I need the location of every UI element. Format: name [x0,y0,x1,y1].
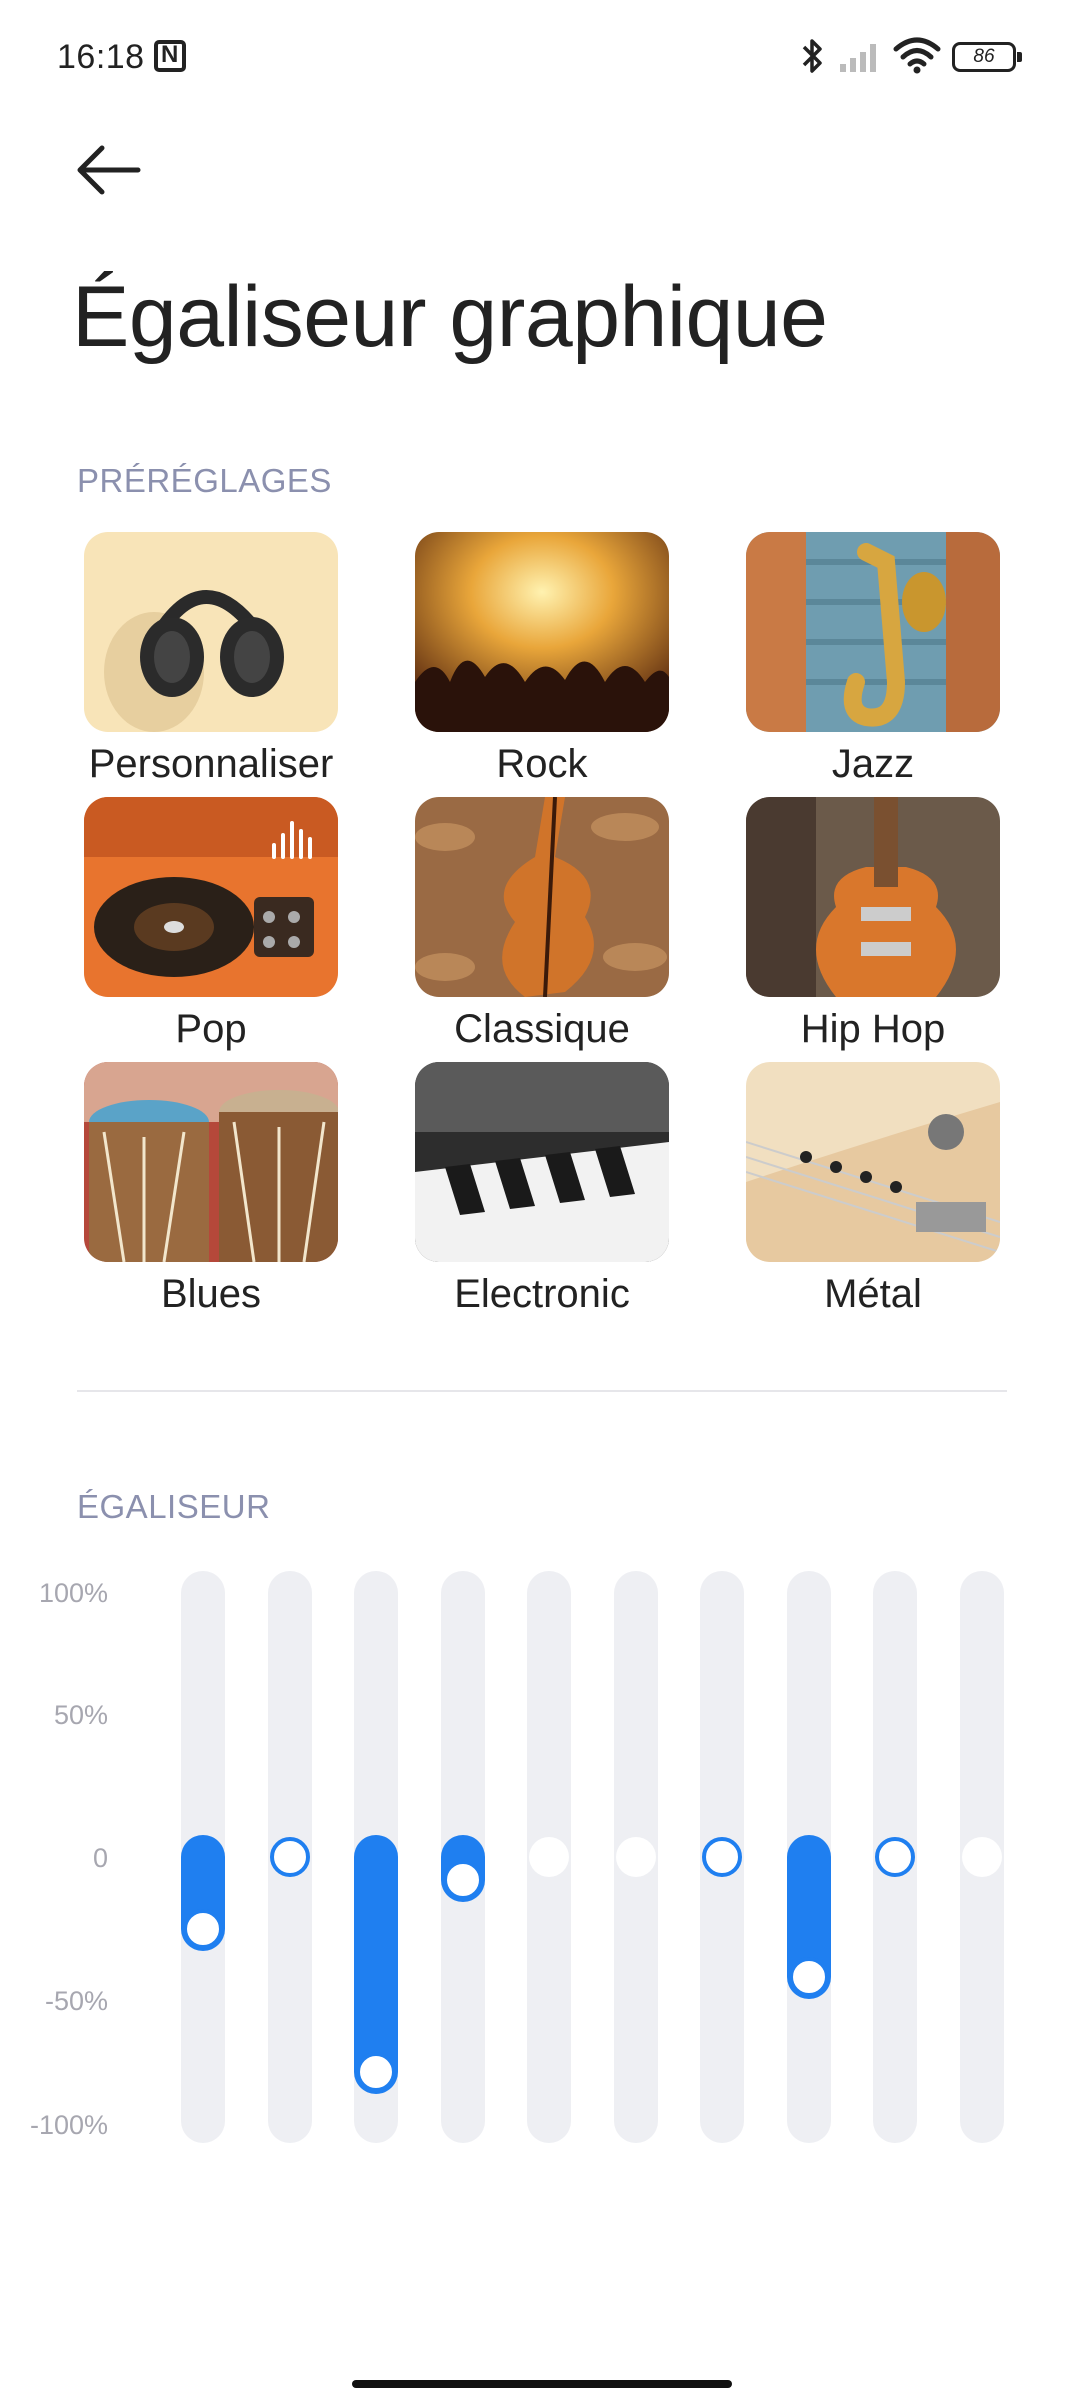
preset-label: Pop [175,1007,247,1051]
status-time: 16:18 [57,38,145,76]
y-axis-label: -50% [44,1986,108,2016]
preset-thumb-violin[interactable] [415,797,669,997]
y-axis-label: -100% [29,2110,108,2140]
eq-band-slider[interactable] [181,1571,225,2143]
battery-icon: 86 [952,42,1022,72]
violin-image [415,797,669,997]
preset-thumb-electric-guitar[interactable] [746,1062,1000,1262]
preset-thumb-headphones[interactable] [84,532,338,732]
eq-band-slider[interactable] [614,1571,658,2143]
status-bar: 16:18 86 [0,0,1080,110]
preset-label: Classique [454,1007,630,1051]
preset-thumb-guitar[interactable] [746,797,1000,997]
nfc-icon [154,40,186,72]
eq-band-knob[interactable] [183,1908,223,1949]
eq-band-knob[interactable] [529,1837,569,1877]
saxophone-image [746,532,1000,732]
preset-label: Electronic [454,1272,630,1316]
wifi-icon [893,37,941,74]
preset-thumb-concert[interactable] [415,532,669,732]
preset-label: Blues [160,1272,262,1316]
preset-label: Hip Hop [800,1007,946,1051]
y-axis-label: 0 [92,1843,108,1873]
electric-guitar-image [746,1062,1000,1262]
keyboard-image [415,1062,669,1262]
bluetooth-icon [802,39,822,73]
preset-metal[interactable]: Métal [746,1062,1000,1317]
eq-band-knob[interactable] [875,1837,915,1877]
concert-image [415,532,669,732]
eq-band-knob[interactable] [789,1957,829,1998]
preset-blues[interactable]: Blues [84,1062,338,1317]
page-title: Égaliseur graphique [72,269,828,365]
guitar-image [746,797,1000,997]
preset-label: Rock [496,742,588,786]
preset-electronic[interactable]: Electronic [415,1062,669,1317]
signal-icon [840,44,876,72]
preset-jazz[interactable]: Jazz [746,532,1000,787]
battery-level: 86 [973,46,995,67]
tabla-drums-image [84,1062,338,1262]
eq-band-slider[interactable] [354,1571,398,2143]
preset-thumb-turntable-selected[interactable] [84,797,338,997]
eq-band-knob[interactable] [962,1837,1002,1877]
eq-band-slider[interactable] [787,1571,831,2143]
preset-thumb-keyboard[interactable] [415,1062,669,1262]
preset-thumb-drums[interactable] [84,1062,338,1262]
preset-pop[interactable]: Pop [84,797,338,1052]
eq-band-knob[interactable] [356,2051,396,2092]
y-axis-label: 100% [38,1578,108,1608]
eq-band-knob[interactable] [270,1837,310,1877]
y-axis-label: 50% [53,1700,108,1730]
eq-band-slider[interactable] [960,1571,1004,2143]
preset-label: Personnaliser [88,742,334,786]
eq-band-knob[interactable] [616,1837,656,1877]
eq-band-slider[interactable] [527,1571,571,2143]
preset-classique[interactable]: Classique [415,797,669,1052]
equalizer-bars-icon [272,821,312,859]
eq-band-slider[interactable] [873,1571,917,2143]
preset-hip-hop[interactable]: Hip Hop [746,797,1000,1052]
back-arrow-icon[interactable] [72,142,142,198]
eq-band-slider[interactable] [268,1571,312,2143]
presets-section-label: PRÉRÉGLAGES [77,462,332,499]
eq-band-slider[interactable] [700,1571,744,2143]
eq-band-knob[interactable] [702,1837,742,1877]
preset-personnaliser[interactable]: Personnaliser [84,532,338,787]
home-indicator[interactable] [352,2380,732,2388]
preset-rock[interactable]: Rock [415,532,669,787]
preset-label: Jazz [831,742,915,786]
preset-thumb-saxophone[interactable] [746,532,1000,732]
preset-label: Métal [824,1272,922,1316]
equalizer-section-label: ÉGALISEUR [77,1488,271,1525]
headphones-image [84,532,338,732]
eq-band-slider[interactable] [441,1571,485,2143]
section-divider [77,1390,1007,1392]
eq-band-knob[interactable] [443,1859,483,1900]
graphic-equalizer-screen: 16:18 86 Égaliseur graphique PRÉRÉGLAGES [0,0,1080,2400]
